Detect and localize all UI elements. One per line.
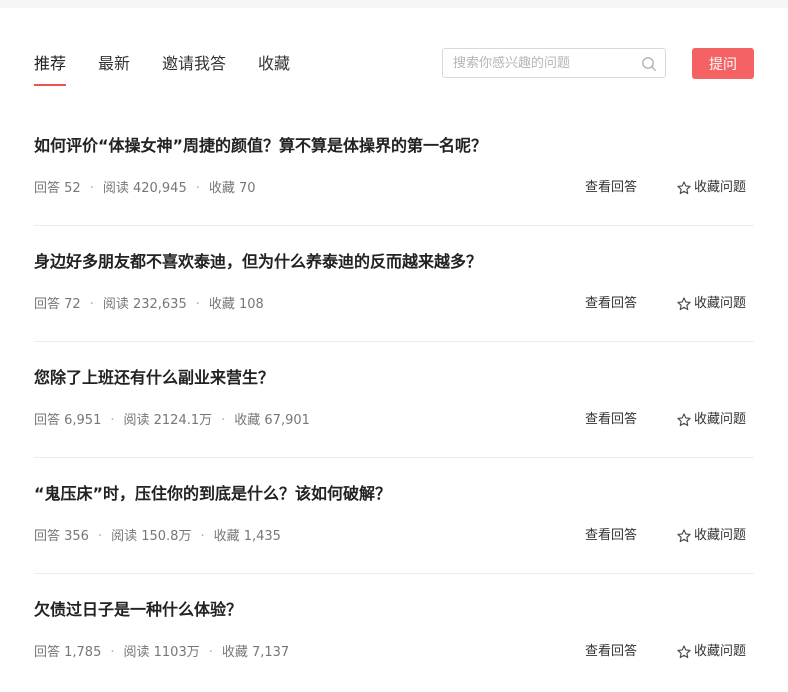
question-item: 身边好多朋友都不喜欢泰迪，但为什么养泰迪的反而越来越多？ 回答 72 · 阅读 … bbox=[34, 226, 754, 342]
star-outline-icon bbox=[677, 645, 691, 659]
read-count: 阅读 150.8万 bbox=[111, 529, 192, 544]
star-outline-icon bbox=[677, 413, 691, 427]
separator-dot: · bbox=[221, 413, 226, 428]
star-outline-icon bbox=[677, 181, 691, 195]
question-actions: 查看回答 收藏问题 bbox=[585, 527, 746, 545]
favorite-question-label: 收藏问题 bbox=[693, 412, 746, 427]
separator-dot: · bbox=[89, 297, 94, 312]
nav-tabs: 推荐 最新 邀请我答 收藏 bbox=[34, 52, 290, 86]
ask-question-button[interactable]: 提问 bbox=[692, 48, 754, 79]
question-stats: 回答 1,785 · 阅读 1103万 · 收藏 7,137 bbox=[34, 644, 289, 662]
favorite-question-label: 收藏问题 bbox=[693, 528, 746, 543]
question-title[interactable]: 欠债过日子是一种什么体验？ bbox=[34, 599, 242, 621]
question-item: 您除了上班还有什么副业来营生？ 回答 6,951 · 阅读 2124.1万 · … bbox=[34, 342, 754, 458]
question-actions: 查看回答 收藏问题 bbox=[585, 179, 746, 197]
star-outline-icon bbox=[677, 529, 691, 543]
tab-invited[interactable]: 邀请我答 bbox=[162, 52, 226, 76]
view-answers-button[interactable]: 查看回答 bbox=[585, 643, 637, 661]
question-item: “鬼压床”时，压住你的到底是什么？该如何破解？ 回答 356 · 阅读 150.… bbox=[34, 458, 754, 574]
separator-dot: · bbox=[97, 529, 103, 544]
question-actions: 查看回答 收藏问题 bbox=[585, 643, 746, 661]
view-answers-button[interactable]: 查看回答 bbox=[585, 411, 637, 429]
favorite-count: 收藏 67,901 bbox=[234, 413, 310, 428]
question-title[interactable]: “鬼压床”时，压住你的到底是什么？该如何破解？ bbox=[34, 483, 391, 505]
question-actions: 查看回答 收藏问题 bbox=[585, 411, 746, 429]
favorite-question-button[interactable]: 收藏问题 bbox=[677, 643, 746, 661]
view-answers-button[interactable]: 查看回答 bbox=[585, 295, 637, 313]
read-count: 阅读 420,945 bbox=[102, 181, 187, 196]
read-count: 阅读 232,635 bbox=[102, 297, 187, 312]
favorite-question-label: 收藏问题 bbox=[693, 296, 746, 311]
tab-favorites[interactable]: 收藏 bbox=[258, 52, 290, 76]
favorite-question-label: 收藏问题 bbox=[693, 644, 746, 659]
separator-dot: · bbox=[110, 645, 115, 660]
question-item: 如何评价“体操女神”周捷的颜值？算不算是体操界的第一名呢？ 回答 52 · 阅读… bbox=[34, 110, 754, 226]
favorite-count: 收藏 108 bbox=[208, 297, 264, 312]
question-list: 如何评价“体操女神”周捷的颜值？算不算是体操界的第一名呢？ 回答 52 · 阅读… bbox=[34, 110, 754, 690]
answer-count: 回答 1,785 bbox=[34, 645, 102, 660]
separator-dot: · bbox=[195, 297, 200, 312]
question-title[interactable]: 如何评价“体操女神”周捷的颜值？算不算是体操界的第一名呢？ bbox=[34, 135, 487, 157]
favorite-question-button[interactable]: 收藏问题 bbox=[677, 411, 746, 429]
header: 推荐 最新 邀请我答 收藏 提问 bbox=[34, 0, 754, 100]
tab-latest[interactable]: 最新 bbox=[98, 52, 130, 76]
tab-recommended[interactable]: 推荐 bbox=[34, 52, 67, 86]
question-actions: 查看回答 收藏问题 bbox=[585, 295, 746, 313]
favorite-count: 收藏 7,137 bbox=[221, 645, 290, 660]
star-outline-icon bbox=[677, 297, 691, 311]
favorite-count: 收藏 70 bbox=[208, 181, 256, 196]
answer-count: 回答 72 bbox=[34, 297, 81, 312]
favorite-question-button[interactable]: 收藏问题 bbox=[677, 179, 746, 197]
question-title[interactable]: 身边好多朋友都不喜欢泰迪，但为什么养泰迪的反而越来越多？ bbox=[34, 251, 482, 273]
favorite-question-label: 收藏问题 bbox=[693, 180, 746, 195]
separator-dot: · bbox=[208, 645, 213, 660]
separator-dot: · bbox=[110, 413, 115, 428]
favorite-count: 收藏 1,435 bbox=[213, 529, 281, 544]
favorite-question-button[interactable]: 收藏问题 bbox=[677, 295, 746, 313]
separator-dot: · bbox=[200, 529, 205, 544]
favorite-question-button[interactable]: 收藏问题 bbox=[677, 527, 746, 545]
answer-count: 回答 52 bbox=[34, 181, 81, 196]
question-stats: 回答 52 · 阅读 420,945 · 收藏 70 bbox=[34, 180, 256, 198]
answer-count: 回答 356 bbox=[34, 529, 89, 544]
read-count: 阅读 1103万 bbox=[123, 645, 200, 660]
question-stats: 回答 72 · 阅读 232,635 · 收藏 108 bbox=[34, 296, 264, 314]
search-box bbox=[442, 48, 666, 78]
answer-count: 回答 6,951 bbox=[34, 413, 102, 428]
question-stats: 回答 6,951 · 阅读 2124.1万 · 收藏 67,901 bbox=[34, 412, 310, 430]
view-answers-button[interactable]: 查看回答 bbox=[585, 179, 637, 197]
question-stats: 回答 356 · 阅读 150.8万 · 收藏 1,435 bbox=[34, 528, 281, 546]
search-input[interactable] bbox=[453, 54, 633, 72]
search-icon[interactable] bbox=[641, 56, 657, 72]
separator-dot: · bbox=[89, 181, 94, 196]
question-title[interactable]: 您除了上班还有什么副业来营生？ bbox=[34, 367, 274, 389]
view-answers-button[interactable]: 查看回答 bbox=[585, 527, 637, 545]
page-container: 推荐 最新 邀请我答 收藏 提问 如何评价“体操女神”周捷的颜值？算不算是体操界… bbox=[34, 0, 754, 660]
separator-dot: · bbox=[195, 181, 200, 196]
question-item: 欠债过日子是一种什么体验？ 回答 1,785 · 阅读 1103万 · 收藏 7… bbox=[34, 574, 754, 690]
read-count: 阅读 2124.1万 bbox=[123, 413, 213, 428]
